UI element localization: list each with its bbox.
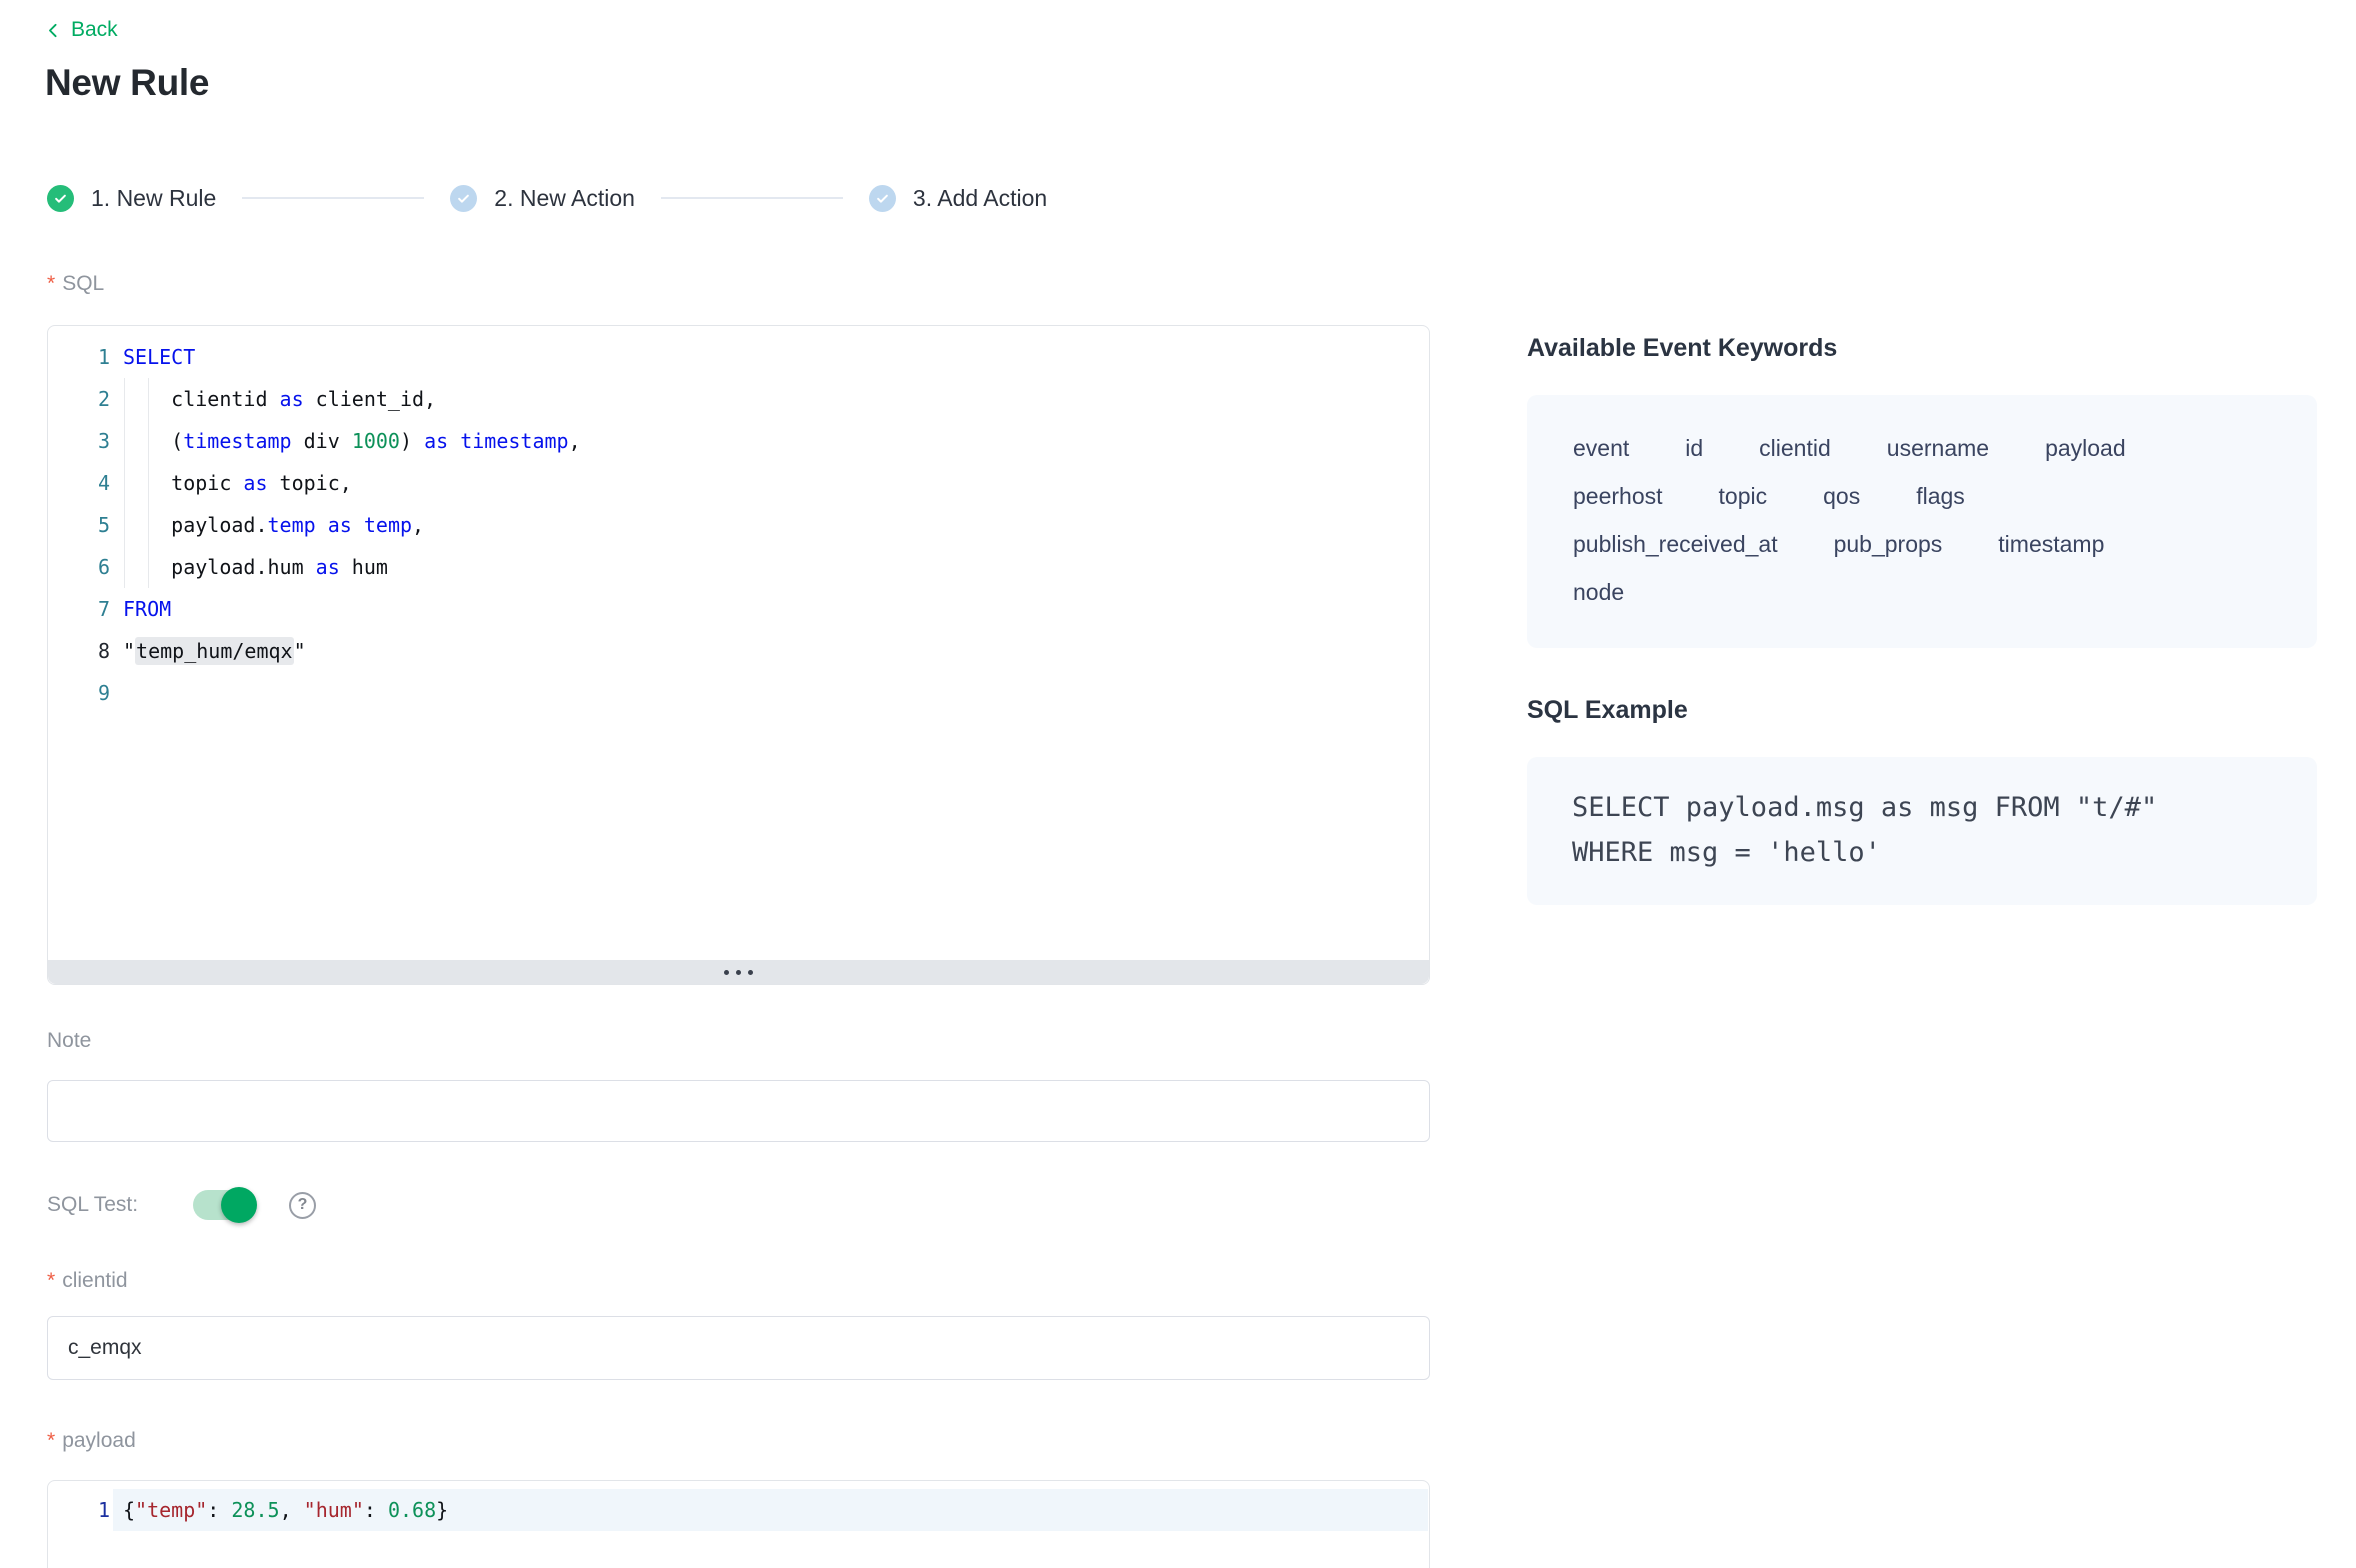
keywords-card: event id clientid username payload peerhost to…	[1527, 395, 2317, 648]
code-line[interactable]: 6 payload.hum as hum	[48, 546, 1429, 588]
clientid-input[interactable]	[47, 1316, 1430, 1380]
code-line[interactable]: 1 SELECT	[48, 336, 1429, 378]
code-line[interactable]: 2 clientid as client_id,	[48, 378, 1429, 420]
step-indicator: 1. New Rule 2. New Action 3. Add Action	[47, 183, 1047, 213]
payload-field-label: * payload	[47, 1429, 136, 1453]
editor-resize-handle[interactable]	[48, 960, 1429, 984]
event-keyword: event	[1573, 435, 1629, 462]
line-number: 1	[48, 336, 110, 378]
event-keyword: qos	[1823, 483, 1860, 510]
line-number: 2	[48, 378, 110, 420]
step-add-action[interactable]: 3. Add Action	[869, 185, 1047, 212]
code-line[interactable]: 9	[48, 672, 1429, 714]
keyword-row: peerhost topic qos flags	[1573, 483, 2287, 531]
code-text: "temp_hum/emqx"	[123, 639, 306, 663]
step-todo-check-icon	[450, 185, 477, 212]
resize-dots-icon	[736, 970, 741, 975]
code-text: SELECT	[123, 345, 195, 369]
event-keyword: timestamp	[1998, 531, 2104, 558]
event-keyword: flags	[1916, 483, 1965, 510]
event-keyword: publish_received_at	[1573, 531, 1778, 558]
step-new-rule[interactable]: 1. New Rule	[47, 185, 216, 212]
code-line[interactable]: 3 (timestamp div 1000) as timestamp,	[48, 420, 1429, 462]
sql-example-title: SQL Example	[1527, 696, 1688, 725]
sql-test-toggle[interactable]	[193, 1190, 255, 1220]
code-text: payload.hum as hum	[123, 555, 388, 579]
line-number: 4	[48, 462, 110, 504]
sql-editor-lines: 1SELECT2 clientid as client_id,3 (timest…	[48, 336, 1429, 714]
keyword-row: publish_received_at pub_props timestamp	[1573, 531, 2287, 579]
event-keyword: node	[1573, 579, 1624, 606]
keywords-title: Available Event Keywords	[1527, 334, 1837, 363]
line-number: 5	[48, 504, 110, 546]
sql-example-line: WHERE msg = 'hello'	[1572, 830, 2317, 875]
line-number: 1	[48, 1489, 110, 1531]
line-number: 8	[48, 630, 110, 672]
note-field-label: Note	[47, 1029, 91, 1053]
event-keyword: topic	[1719, 483, 1768, 510]
code-line[interactable]: 5 payload.temp as temp,	[48, 504, 1429, 546]
line-number: 3	[48, 420, 110, 462]
help-icon[interactable]: ?	[289, 1192, 316, 1219]
sql-example-card: SELECT payload.msg as msg FROM "t/#"WHER…	[1527, 757, 2317, 905]
sql-code-editor[interactable]: 1SELECT2 clientid as client_id,3 (timest…	[47, 325, 1430, 985]
back-label: Back	[71, 18, 118, 42]
step-connector	[242, 197, 424, 199]
step-todo-check-icon	[869, 185, 896, 212]
event-keyword: pub_props	[1834, 531, 1943, 558]
step-label: 2. New Action	[494, 185, 635, 212]
line-number: 6	[48, 546, 110, 588]
event-keyword: username	[1887, 435, 1989, 462]
step-new-action[interactable]: 2. New Action	[450, 185, 635, 212]
event-keyword: peerhost	[1573, 483, 1663, 510]
required-asterisk: *	[47, 272, 55, 296]
code-text: (timestamp div 1000) as timestamp,	[123, 429, 581, 453]
code-line[interactable]: 8 "temp_hum/emqx"	[48, 630, 1429, 672]
code-line[interactable]: 4 topic as topic,	[48, 462, 1429, 504]
note-input[interactable]	[47, 1080, 1430, 1142]
sql-test-row: SQL Test: ?	[47, 1188, 316, 1222]
code-text: {"temp": 28.5, "hum": 0.68}	[123, 1498, 448, 1522]
line-number: 9	[48, 672, 110, 714]
keyword-row: event id clientid username payload	[1573, 435, 2287, 483]
resize-dots-icon	[724, 970, 729, 975]
new-rule-page: Back New Rule 1. New Rule 2. New Action …	[0, 0, 2356, 1568]
event-keyword: payload	[2045, 435, 2126, 462]
keyword-row: node	[1573, 579, 2287, 627]
code-text: clientid as client_id,	[123, 387, 436, 411]
resize-dots-icon	[748, 970, 753, 975]
code-line[interactable]: 7 FROM	[48, 588, 1429, 630]
required-asterisk: *	[47, 1269, 55, 1293]
step-connector	[661, 197, 843, 199]
code-text: FROM	[123, 597, 171, 621]
step-label: 1. New Rule	[91, 185, 216, 212]
sql-example-line: SELECT payload.msg as msg FROM "t/#"	[1572, 785, 2317, 830]
required-asterisk: *	[47, 1429, 55, 1453]
code-line[interactable]: 1 {"temp": 28.5, "hum": 0.68}	[48, 1489, 1429, 1531]
line-number: 7	[48, 588, 110, 630]
sql-test-label: SQL Test:	[47, 1193, 138, 1217]
toggle-knob	[221, 1187, 257, 1223]
back-link[interactable]: Back	[45, 18, 118, 42]
event-keyword: clientid	[1759, 435, 1831, 462]
step-done-check-icon	[47, 185, 74, 212]
event-keyword: id	[1685, 435, 1703, 462]
payload-editor-lines: 1 {"temp": 28.5, "hum": 0.68}	[48, 1489, 1429, 1531]
sql-field-label: * SQL	[47, 272, 104, 296]
code-text: topic as topic,	[123, 471, 352, 495]
clientid-field-label: * clientid	[47, 1269, 128, 1293]
code-text: payload.temp as temp,	[123, 513, 424, 537]
page-title: New Rule	[45, 62, 209, 104]
payload-code-editor[interactable]: 1 {"temp": 28.5, "hum": 0.68}	[47, 1480, 1430, 1568]
chevron-left-icon	[45, 22, 62, 39]
step-label: 3. Add Action	[913, 185, 1047, 212]
